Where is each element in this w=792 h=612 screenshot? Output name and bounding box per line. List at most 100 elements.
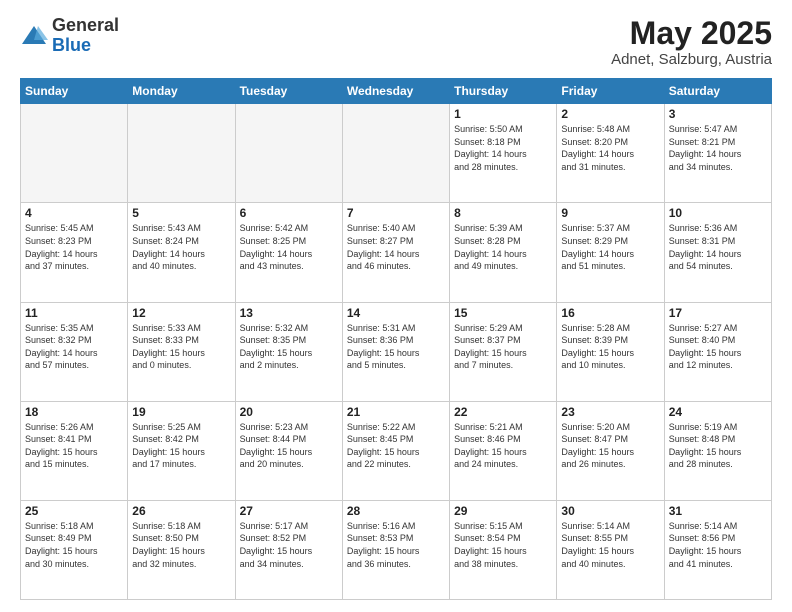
table-row: 4 Sunrise: 5:45 AM Sunset: 8:23 PM Daylig…: [21, 203, 128, 302]
table-row: 11Sunrise: 5:35 AM Sunset: 8:32 PM Dayli…: [21, 302, 128, 401]
table-row: 8 Sunrise: 5:39 AM Sunset: 8:28 PM Daylig…: [450, 203, 557, 302]
calendar-title: May 2025: [611, 16, 772, 51]
table-row: 26Sunrise: 5:18 AM Sunset: 8:50 PM Dayli…: [128, 500, 235, 599]
header: General Blue May 2025 Adnet, Salzburg, A…: [20, 16, 772, 68]
logo: General Blue: [20, 16, 119, 56]
table-row: 18 Sunrise: 5:26 AM Sunset: 8:41 PM Dayli…: [21, 401, 128, 500]
day-info: Sunrise: 5:20 AM Sunset: 8:47 PM Dayligh…: [561, 421, 659, 471]
logo-general-text: General: [52, 15, 119, 35]
day-number: 5: [132, 206, 230, 220]
col-thursday: Thursday: [450, 79, 557, 104]
day-number: 8: [454, 206, 552, 220]
table-row: [235, 104, 342, 203]
day-number: 28: [347, 504, 445, 518]
day-number: 6: [240, 206, 338, 220]
day-number: 10: [669, 206, 767, 220]
day-info: Sunrise: 5:26 AM Sunset: 8:41 PM Dayligh…: [25, 421, 123, 471]
day-number: 26: [132, 504, 230, 518]
day-info: Sunrise: 5:28 AM Sunset: 8:39 PM Dayligh…: [561, 322, 659, 372]
day-info: Sunrise: 5:40 AM Sunset: 8:27 PM Dayligh…: [347, 222, 445, 272]
table-row: 5 Sunrise: 5:43 AM Sunset: 8:24 PM Daylig…: [128, 203, 235, 302]
day-info: Sunrise: 5:32 AM Sunset: 8:35 PM Dayligh…: [240, 322, 338, 372]
day-number: 20: [240, 405, 338, 419]
table-row: 24 Sunrise: 5:19 AM Sunset: 8:48 PM Dayli…: [664, 401, 771, 500]
day-info: Sunrise: 5:43 AM Sunset: 8:24 PM Dayligh…: [132, 222, 230, 272]
day-number: 12: [132, 306, 230, 320]
day-number: 13: [240, 306, 338, 320]
calendar-table: Sunday Monday Tuesday Wednesday Thursday…: [20, 78, 772, 600]
table-row: 31 Sunrise: 5:14 AM Sunset: 8:56 PM Dayli…: [664, 500, 771, 599]
day-number: 16: [561, 306, 659, 320]
table-row: 3 Sunrise: 5:47 AM Sunset: 8:21 PM Daylig…: [664, 104, 771, 203]
day-number: 22: [454, 405, 552, 419]
day-number: 11: [25, 306, 123, 320]
day-info: Sunrise: 5:47 AM Sunset: 8:21 PM Dayligh…: [669, 123, 767, 173]
table-row: 21 Sunrise: 5:22 AM Sunset: 8:45 PM Dayli…: [342, 401, 449, 500]
table-row: 23Sunrise: 5:20 AM Sunset: 8:47 PM Dayli…: [557, 401, 664, 500]
day-number: 19: [132, 405, 230, 419]
day-number: 24: [669, 405, 767, 419]
logo-blue-text: Blue: [52, 35, 91, 55]
day-number: 29: [454, 504, 552, 518]
calendar-week-row: 4 Sunrise: 5:45 AM Sunset: 8:23 PM Daylig…: [21, 203, 772, 302]
day-number: 15: [454, 306, 552, 320]
day-number: 4: [25, 206, 123, 220]
day-info: Sunrise: 5:14 AM Sunset: 8:56 PM Dayligh…: [669, 520, 767, 570]
col-friday: Friday: [557, 79, 664, 104]
col-tuesday: Tuesday: [235, 79, 342, 104]
day-info: Sunrise: 5:48 AM Sunset: 8:20 PM Dayligh…: [561, 123, 659, 173]
day-number: 31: [669, 504, 767, 518]
day-info: Sunrise: 5:17 AM Sunset: 8:52 PM Dayligh…: [240, 520, 338, 570]
day-number: 25: [25, 504, 123, 518]
table-row: 6 Sunrise: 5:42 AM Sunset: 8:25 PM Daylig…: [235, 203, 342, 302]
day-info: Sunrise: 5:23 AM Sunset: 8:44 PM Dayligh…: [240, 421, 338, 471]
day-number: 18: [25, 405, 123, 419]
day-info: Sunrise: 5:21 AM Sunset: 8:46 PM Dayligh…: [454, 421, 552, 471]
table-row: 16 Sunrise: 5:28 AM Sunset: 8:39 PM Dayli…: [557, 302, 664, 401]
day-info: Sunrise: 5:37 AM Sunset: 8:29 PM Dayligh…: [561, 222, 659, 272]
day-info: Sunrise: 5:33 AM Sunset: 8:33 PM Dayligh…: [132, 322, 230, 372]
table-row: 29Sunrise: 5:15 AM Sunset: 8:54 PM Dayli…: [450, 500, 557, 599]
day-info: Sunrise: 5:39 AM Sunset: 8:28 PM Dayligh…: [454, 222, 552, 272]
day-number: 9: [561, 206, 659, 220]
table-row: 1 Sunrise: 5:50 AM Sunset: 8:18 PM Daylig…: [450, 104, 557, 203]
table-row: [128, 104, 235, 203]
table-row: 20 Sunrise: 5:23 AM Sunset: 8:44 PM Dayli…: [235, 401, 342, 500]
day-info: Sunrise: 5:36 AM Sunset: 8:31 PM Dayligh…: [669, 222, 767, 272]
col-saturday: Saturday: [664, 79, 771, 104]
calendar-week-row: 11Sunrise: 5:35 AM Sunset: 8:32 PM Dayli…: [21, 302, 772, 401]
day-info: Sunrise: 5:29 AM Sunset: 8:37 PM Dayligh…: [454, 322, 552, 372]
table-row: 12 Sunrise: 5:33 AM Sunset: 8:33 PM Dayli…: [128, 302, 235, 401]
calendar-week-row: 1 Sunrise: 5:50 AM Sunset: 8:18 PM Daylig…: [21, 104, 772, 203]
day-number: 2: [561, 107, 659, 121]
day-number: 14: [347, 306, 445, 320]
day-info: Sunrise: 5:42 AM Sunset: 8:25 PM Dayligh…: [240, 222, 338, 272]
day-number: 17: [669, 306, 767, 320]
table-row: 9 Sunrise: 5:37 AM Sunset: 8:29 PM Daylig…: [557, 203, 664, 302]
col-monday: Monday: [128, 79, 235, 104]
title-block: May 2025 Adnet, Salzburg, Austria: [611, 16, 772, 68]
calendar-header-row: Sunday Monday Tuesday Wednesday Thursday…: [21, 79, 772, 104]
day-info: Sunrise: 5:19 AM Sunset: 8:48 PM Dayligh…: [669, 421, 767, 471]
col-wednesday: Wednesday: [342, 79, 449, 104]
calendar-subtitle: Adnet, Salzburg, Austria: [611, 51, 772, 68]
table-row: 2 Sunrise: 5:48 AM Sunset: 8:20 PM Daylig…: [557, 104, 664, 203]
calendar-week-row: 18 Sunrise: 5:26 AM Sunset: 8:41 PM Dayli…: [21, 401, 772, 500]
table-row: 10 Sunrise: 5:36 AM Sunset: 8:31 PM Dayli…: [664, 203, 771, 302]
day-info: Sunrise: 5:14 AM Sunset: 8:55 PM Dayligh…: [561, 520, 659, 570]
day-number: 21: [347, 405, 445, 419]
table-row: 14 Sunrise: 5:31 AM Sunset: 8:36 PM Dayli…: [342, 302, 449, 401]
table-row: 7Sunrise: 5:40 AM Sunset: 8:27 PM Daylig…: [342, 203, 449, 302]
page: General Blue May 2025 Adnet, Salzburg, A…: [0, 0, 792, 612]
day-info: Sunrise: 5:31 AM Sunset: 8:36 PM Dayligh…: [347, 322, 445, 372]
day-info: Sunrise: 5:45 AM Sunset: 8:23 PM Dayligh…: [25, 222, 123, 272]
table-row: 30 Sunrise: 5:14 AM Sunset: 8:55 PM Dayli…: [557, 500, 664, 599]
day-number: 3: [669, 107, 767, 121]
table-row: 15 Sunrise: 5:29 AM Sunset: 8:37 PM Dayli…: [450, 302, 557, 401]
day-number: 1: [454, 107, 552, 121]
day-info: Sunrise: 5:22 AM Sunset: 8:45 PM Dayligh…: [347, 421, 445, 471]
day-info: Sunrise: 5:50 AM Sunset: 8:18 PM Dayligh…: [454, 123, 552, 173]
calendar-week-row: 25Sunrise: 5:18 AM Sunset: 8:49 PM Dayli…: [21, 500, 772, 599]
day-number: 30: [561, 504, 659, 518]
table-row: 13 Sunrise: 5:32 AM Sunset: 8:35 PM Dayli…: [235, 302, 342, 401]
